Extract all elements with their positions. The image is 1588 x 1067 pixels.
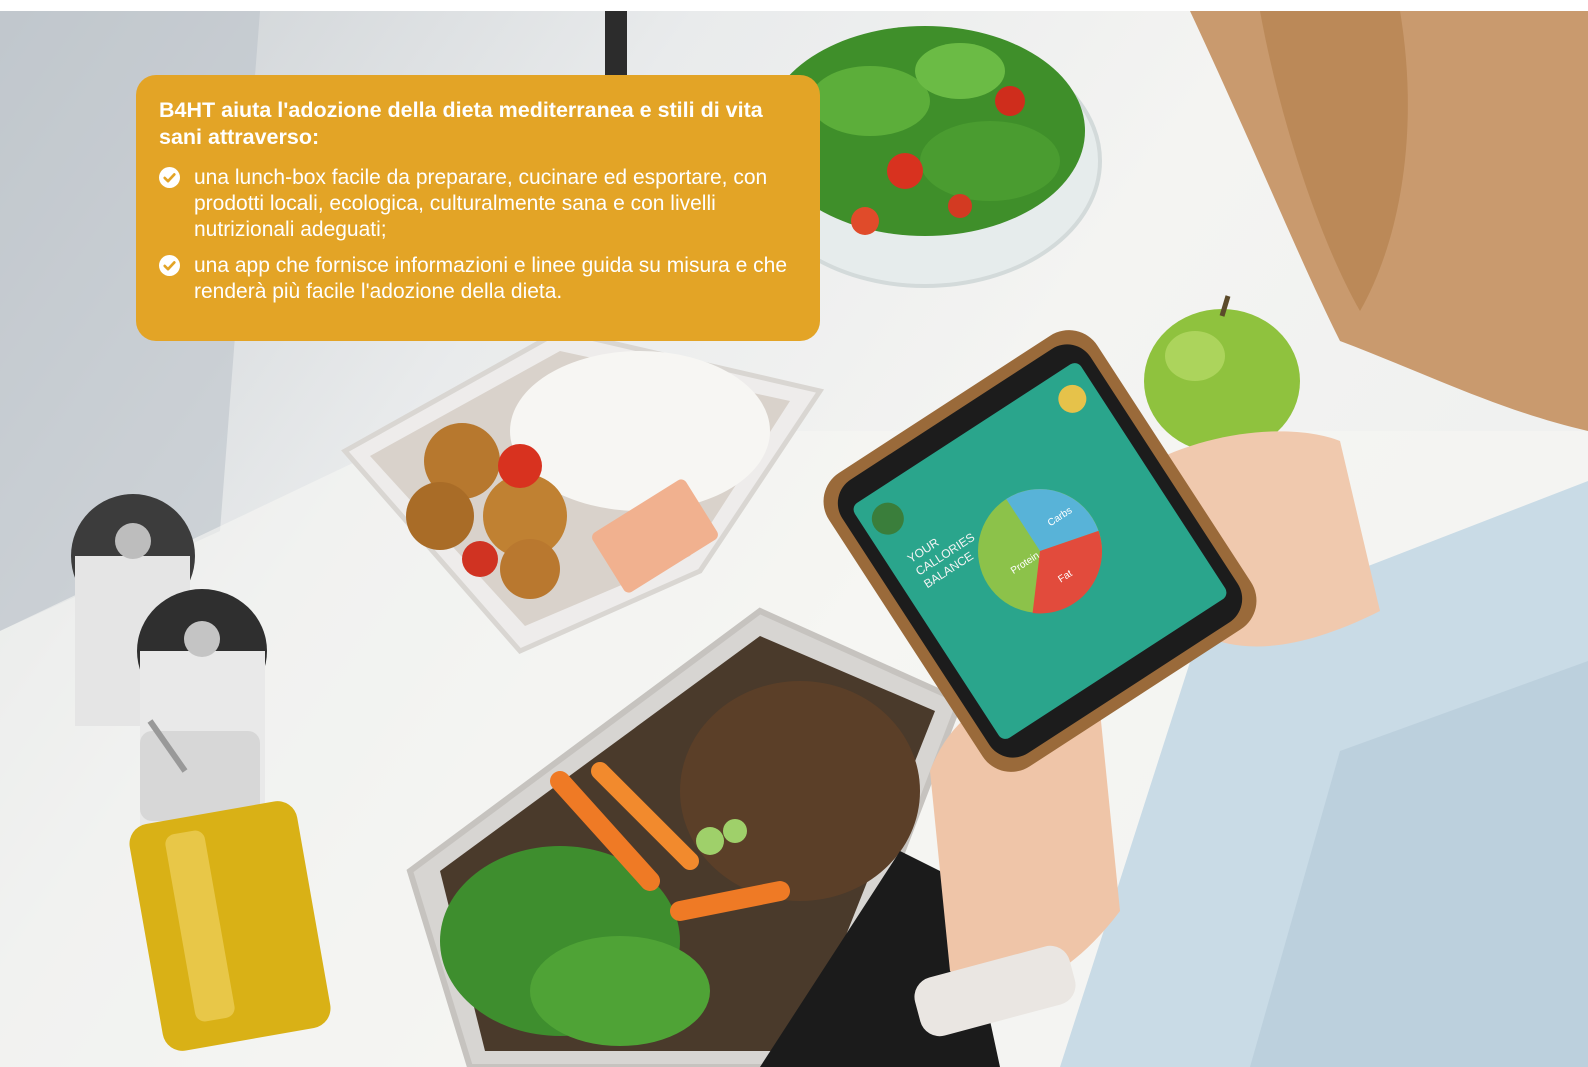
list-item: una app che fornisce informazioni e line… [159,253,794,305]
green-apple [1144,295,1300,453]
list-item: una lunch-box facile da preparare, cucin… [159,165,794,243]
list-item-text: una app che fornisce informazioni e line… [194,254,788,303]
list-item-text: una lunch-box facile da preparare, cucin… [194,166,768,241]
check-circle-icon [159,255,180,276]
info-title: B4HT aiuta l'adozione della dieta medite… [159,98,763,149]
check-circle-icon [159,167,180,188]
info-card: B4HT aiuta l'adozione della dieta medite… [136,75,820,341]
